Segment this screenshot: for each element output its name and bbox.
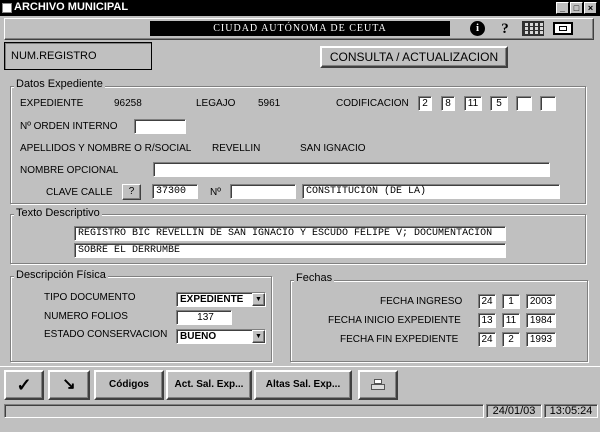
window-title: ARCHIVO MUNICIPAL: [14, 1, 129, 13]
status-date: 24/01/03: [486, 404, 542, 418]
fecha-inicio-day[interactable]: 13: [478, 313, 496, 328]
apellidos-label: APELLIDOS Y NOMBRE O R/SOCIAL: [20, 143, 192, 154]
texto-descriptivo-line-2[interactable]: SOBRE EL DERRUMBE: [74, 243, 506, 258]
legajo-label: LEGAJO: [196, 98, 236, 109]
maximize-button[interactable]: □: [570, 2, 583, 14]
codigos-button[interactable]: Códigos: [94, 370, 164, 400]
status-time: 13:05:24: [544, 404, 598, 418]
wand-icon: ↘: [62, 376, 76, 393]
nombre-opcional-label: NOMBRE OPCIONAL: [20, 165, 119, 176]
status-message: [4, 404, 484, 418]
fecha-inicio-label: FECHA INICIO EXPEDIENTE: [328, 315, 461, 326]
texto-descriptivo-line-1[interactable]: REGISTRO BIC REVELLIN DE SAN IGNACIO Y E…: [74, 226, 506, 241]
codificacion-field-5[interactable]: [516, 96, 532, 111]
clave-calle-label: CLAVE CALLE: [46, 187, 113, 198]
codificacion-label: CODIFICACION: [336, 98, 409, 109]
estado-conservacion-value: BUENO: [180, 331, 217, 342]
print-button[interactable]: [358, 370, 398, 400]
act-sal-exp-button[interactable]: Act. Sal. Exp...: [166, 370, 252, 400]
fecha-fin-month[interactable]: 2: [502, 332, 520, 347]
num-registro-box: NUM.REGISTRO: [4, 42, 152, 70]
tipo-documento-value: EXPEDIENTE: [180, 294, 244, 305]
expediente-label: EXPEDIENTE: [20, 98, 84, 109]
fecha-ingreso-month[interactable]: 1: [502, 294, 520, 309]
clave-calle-field[interactable]: 37300: [152, 184, 198, 199]
orden-interno-field[interactable]: [134, 119, 186, 134]
resize-icon[interactable]: [553, 22, 573, 35]
tipo-documento-select[interactable]: EXPEDIENTE ▼: [176, 292, 266, 307]
help-icon[interactable]: ?: [496, 20, 514, 38]
codificacion-field-4[interactable]: 5: [490, 96, 508, 111]
fecha-fin-label: FECHA FIN EXPEDIENTE: [340, 334, 459, 345]
check-icon: ✓: [16, 375, 32, 395]
datos-expediente-legend: Datos Expediente: [14, 78, 105, 90]
fecha-ingreso-day[interactable]: 24: [478, 294, 496, 309]
title-bar: ARCHIVO MUNICIPAL _ □ ×: [0, 0, 600, 16]
apellidos-value-2: SAN IGNACIO: [300, 143, 366, 154]
numero-label: Nº: [210, 187, 221, 198]
fechas-legend: Fechas: [294, 272, 335, 284]
estado-conservacion-label: ESTADO CONSERVACION: [44, 329, 168, 340]
codificacion-field-6[interactable]: [540, 96, 556, 111]
minimize-button[interactable]: _: [556, 2, 569, 14]
city-title: CIUDAD AUTÓNOMA DE CEUTA: [150, 21, 450, 36]
chevron-down-icon[interactable]: ▼: [252, 293, 265, 306]
accept-button[interactable]: ✓: [4, 370, 44, 400]
altas-sal-exp-button[interactable]: Altas Sal. Exp...: [254, 370, 352, 400]
legajo-value: 5961: [258, 98, 281, 109]
fecha-inicio-month[interactable]: 11: [502, 313, 520, 328]
numero-folios-field[interactable]: 137: [176, 310, 232, 325]
nombre-opcional-field[interactable]: [153, 162, 550, 177]
app-icon: [2, 3, 12, 13]
fecha-ingreso-label: FECHA INGRESO: [380, 296, 463, 307]
fecha-fin-day[interactable]: 24: [478, 332, 496, 347]
codificacion-field-3[interactable]: 11: [464, 96, 482, 111]
descripcion-fisica-legend: Descripción Física: [14, 269, 108, 281]
fecha-ingreso-year[interactable]: 2003: [526, 294, 556, 309]
expediente-value: 96258: [114, 98, 142, 109]
fecha-inicio-year[interactable]: 1984: [526, 313, 556, 328]
fecha-fin-year[interactable]: 1993: [526, 332, 556, 347]
numero-folios-label: NUMERO FOLIOS: [44, 311, 128, 322]
codificacion-field-1[interactable]: 2: [418, 96, 432, 111]
close-button[interactable]: ×: [584, 2, 597, 14]
num-registro-label: NUM.REGISTRO: [11, 50, 97, 62]
calculator-icon[interactable]: [522, 21, 544, 36]
calle-field[interactable]: CONSTITUCION (DE LA): [302, 184, 560, 199]
tipo-documento-label: TIPO DOCUMENTO: [44, 292, 136, 303]
apellidos-value: REVELLIN: [212, 143, 261, 154]
codificacion-field-2[interactable]: 8: [441, 96, 455, 111]
info-icon[interactable]: i: [470, 21, 485, 36]
consulta-actualizacion-button[interactable]: CONSULTA / ACTUALIZACION: [320, 46, 508, 68]
printer-icon: [371, 379, 385, 391]
orden-interno-label: Nº ORDEN INTERNO: [20, 121, 118, 132]
numero-field[interactable]: [230, 184, 296, 199]
wand-button[interactable]: ↘: [48, 370, 90, 400]
estado-conservacion-select[interactable]: BUENO ▼: [176, 329, 266, 344]
chevron-down-icon[interactable]: ▼: [252, 330, 265, 343]
clave-calle-help-button[interactable]: ?: [122, 184, 141, 200]
texto-descriptivo-legend: Texto Descriptivo: [14, 207, 102, 219]
